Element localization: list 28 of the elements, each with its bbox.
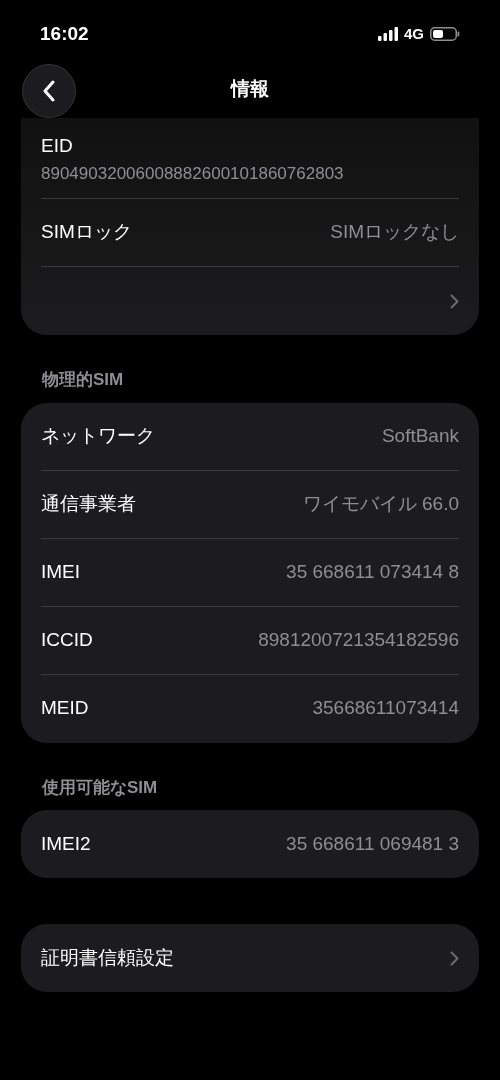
status-time: 16:02 [40, 21, 89, 46]
row-value: SoftBank [381, 423, 459, 448]
settings-row[interactable]: 証明書信頼設定 [41, 924, 459, 992]
row-value: 8981200721354182596 [258, 627, 459, 652]
row-label: EID [41, 134, 74, 158]
section-header: 物理的SIM [40, 369, 125, 391]
row-value: 35 668611 069481 3 [286, 831, 459, 856]
row-label: SIMロック [41, 220, 132, 245]
row-value: 35 668611 073414 8 [286, 559, 459, 584]
row-label: ネットワーク [41, 423, 155, 448]
row-value: 35668611073414 [312, 696, 459, 721]
row-label: IMEI [41, 559, 81, 584]
row-value: 89049032006008882600101860762803 [41, 163, 345, 185]
chevron-icon [450, 950, 459, 966]
row-label: 通信事業者 [41, 491, 136, 516]
row-value: SIMロックなし [330, 220, 459, 245]
row-value: ワイモバイル 66.0 [302, 491, 459, 516]
nav-title: 情報 [231, 76, 269, 101]
chevron-icon [450, 293, 459, 309]
row-label: 証明書信頼設定 [41, 945, 174, 970]
section-header: 使用可能なSIM [41, 776, 159, 799]
back-button[interactable] [22, 64, 76, 118]
row-label: ICCID [41, 627, 93, 652]
signal-icon [378, 27, 398, 41]
battery-icon [430, 27, 460, 41]
row-label: IMEI2 [41, 831, 91, 856]
row-label: MEID [41, 696, 89, 721]
network-type: 4G [404, 23, 424, 44]
